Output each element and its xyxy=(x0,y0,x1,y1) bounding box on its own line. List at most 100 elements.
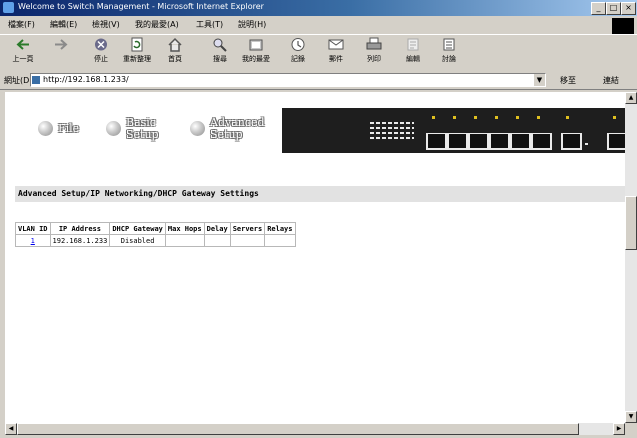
port-led xyxy=(566,116,569,119)
cell-delay xyxy=(203,234,231,247)
scrollbar-corner xyxy=(625,423,637,435)
discuss-button[interactable]: 討論 xyxy=(434,37,464,69)
minimize-button[interactable]: _ xyxy=(591,2,606,15)
address-input[interactable]: http://192.168.1.233/ ▼ xyxy=(30,73,546,87)
stop-button[interactable]: 停止 xyxy=(86,37,116,69)
col-ip-address: IP Address xyxy=(49,222,111,235)
col-vlan-id: VLAN ID xyxy=(15,222,51,235)
ethernet-port xyxy=(426,133,447,150)
scroll-right-icon[interactable]: ▶ xyxy=(613,423,625,435)
cell-servers xyxy=(229,234,266,247)
section-header: Advanced Setup/IP Networking/DHCP Gatewa… xyxy=(15,186,625,202)
close-button[interactable]: × xyxy=(621,2,636,15)
go-button[interactable]: 移至 xyxy=(560,75,576,86)
ethernet-port xyxy=(510,133,531,150)
nav-basic-line2: Setup xyxy=(126,128,159,141)
window-title: Welcome to Switch Management - Microsoft… xyxy=(18,2,264,11)
refresh-button[interactable]: 重新整理 xyxy=(122,37,152,69)
table-header-row: VLAN ID IP Address DHCP Gateway Max Hops… xyxy=(15,222,296,235)
history-button[interactable]: 記錄 xyxy=(283,37,313,69)
port-led xyxy=(495,116,498,119)
nav-advanced-line2: Setup xyxy=(210,128,243,141)
mail-button[interactable]: 郵件 xyxy=(321,37,351,69)
vlan-id-link[interactable]: 1 xyxy=(31,237,35,245)
horizontal-scrollbar[interactable]: ◀ ▶ xyxy=(5,423,625,435)
radio-bullet-icon xyxy=(106,121,121,136)
cell-dhcp-gateway: Disabled xyxy=(109,234,166,247)
menu-edit[interactable]: 編輯(E) xyxy=(50,19,77,30)
menu-view[interactable]: 檢視(V) xyxy=(92,19,120,30)
maximize-button[interactable]: □ xyxy=(606,2,621,15)
port-led xyxy=(613,116,616,119)
home-button[interactable]: 首頁 xyxy=(160,37,190,69)
favorites-icon xyxy=(249,39,263,51)
port-led xyxy=(516,116,519,119)
discuss-icon xyxy=(443,38,455,51)
page-icon xyxy=(32,76,40,84)
nav-file-label: File xyxy=(58,122,80,135)
links-button[interactable]: 連結 xyxy=(603,75,619,86)
vertical-scroll-thumb[interactable] xyxy=(625,196,637,250)
radio-bullet-icon xyxy=(190,121,205,136)
port-led xyxy=(453,116,456,119)
address-value: http://192.168.1.233/ xyxy=(43,75,129,84)
nav-basic-label: Basic Setup xyxy=(126,117,159,141)
menu-help[interactable]: 說明(H) xyxy=(238,19,266,30)
refresh-icon xyxy=(131,37,143,52)
chevron-down-icon[interactable]: ▼ xyxy=(534,74,545,86)
menu-file[interactable]: 檔案(F) xyxy=(8,19,35,30)
search-icon xyxy=(213,38,227,52)
nav-advanced-setup[interactable]: Advanced Setup xyxy=(190,113,280,149)
forward-arrow-icon xyxy=(55,39,68,50)
history-icon xyxy=(291,38,305,51)
vertical-scrollbar[interactable]: ▲ ▼ xyxy=(625,92,637,423)
print-icon xyxy=(366,37,382,50)
cell-relays xyxy=(264,234,296,247)
menu-tools[interactable]: 工具(T) xyxy=(196,19,223,30)
ethernet-port xyxy=(607,133,625,150)
page-content: File Basic Setup Advanced Setup Advanced… xyxy=(5,92,625,423)
edit-icon xyxy=(407,38,419,51)
port-led xyxy=(474,116,477,119)
ethernet-port xyxy=(489,133,510,150)
nav-basic-setup[interactable]: Basic Setup xyxy=(106,113,176,149)
ethernet-port xyxy=(468,133,489,150)
search-button[interactable]: 搜尋 xyxy=(205,37,235,69)
stop-icon xyxy=(95,38,107,51)
col-servers: Servers xyxy=(229,222,266,235)
scroll-up-icon[interactable]: ▲ xyxy=(625,92,637,104)
windows-logo-icon xyxy=(612,18,634,34)
address-label: 網址(D) xyxy=(4,76,33,85)
forward-button[interactable] xyxy=(46,37,76,69)
address-bar: 網址(D) http://192.168.1.233/ ▼ 移至 連結 xyxy=(0,71,637,90)
port-led xyxy=(432,116,435,119)
home-icon xyxy=(168,37,182,52)
back-button[interactable]: 上一頁 xyxy=(8,37,38,69)
table-row: 1 192.168.1.233 Disabled xyxy=(15,234,296,247)
ethernet-port xyxy=(447,133,468,150)
favorites-button[interactable]: 我的最愛 xyxy=(241,37,271,69)
edit-button[interactable]: 編輯 xyxy=(398,37,428,69)
scroll-down-icon[interactable]: ▼ xyxy=(625,411,637,423)
browser-toolbar: 上一頁 停止 重新整理 首頁 搜尋 我的最愛 記錄 郵件 列印 編輯 討論 xyxy=(0,34,637,72)
col-max-hops: Max Hops xyxy=(164,222,205,235)
ethernet-port xyxy=(531,133,552,150)
horizontal-scroll-thumb[interactable] xyxy=(17,423,579,435)
nav-file[interactable]: File xyxy=(38,113,98,149)
uplink-port xyxy=(561,133,582,150)
col-delay: Delay xyxy=(203,222,231,235)
window-title-bar[interactable]: Welcome to Switch Management - Microsoft… xyxy=(0,0,637,16)
page-title: Advanced Setup/IP Networking/DHCP Gatewa… xyxy=(18,189,259,198)
cell-ip-address: 192.168.1.233 xyxy=(49,234,111,247)
dhcp-gateway-table: VLAN ID IP Address DHCP Gateway Max Hops… xyxy=(15,222,296,247)
scroll-left-icon[interactable]: ◀ xyxy=(5,423,17,435)
status-led-grid-icon xyxy=(370,121,414,141)
ie-logo-icon xyxy=(3,2,14,13)
cell-max-hops xyxy=(164,234,205,247)
menu-bar: 檔案(F) 編輯(E) 檢視(V) 我的最愛(A) 工具(T) 說明(H) xyxy=(0,16,637,34)
switch-panel-image xyxy=(282,108,625,153)
radio-bullet-icon xyxy=(38,121,53,136)
menu-favorites[interactable]: 我的最愛(A) xyxy=(135,19,179,30)
print-button[interactable]: 列印 xyxy=(359,37,389,69)
col-dhcp-gateway: DHCP Gateway xyxy=(109,222,166,235)
